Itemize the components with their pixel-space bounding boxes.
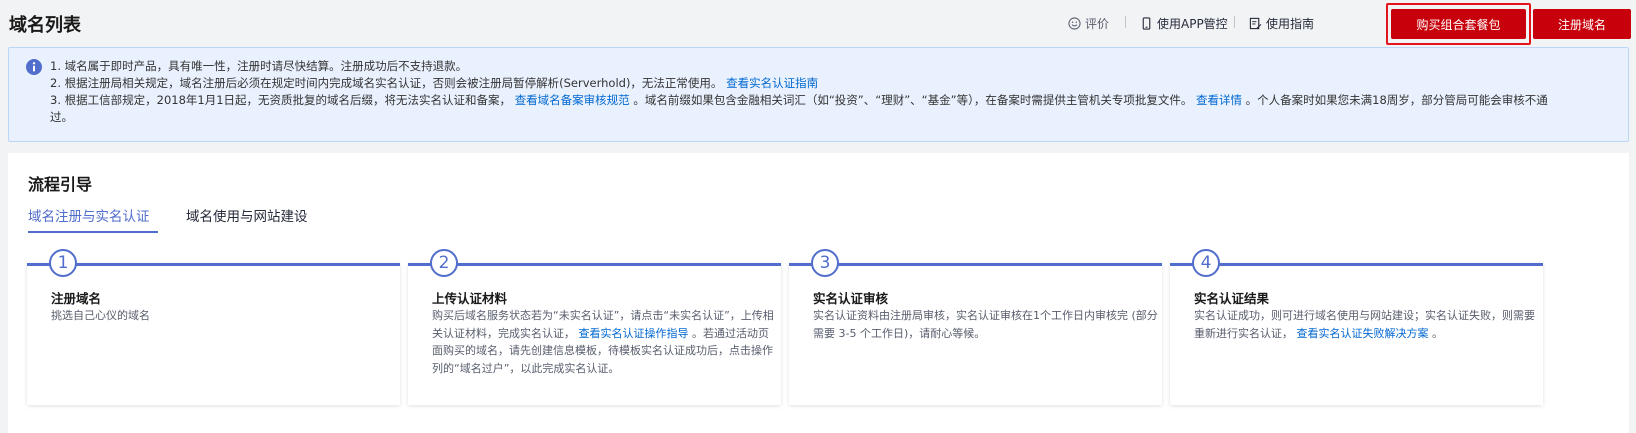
realname-failure-solution-link[interactable]: 查看实名认证失败解决方案 <box>1297 327 1429 340</box>
step-card-3: 3 实名认证审核 实名认证资料由注册局审核，实名认证审核在1个工作日内审核完 (… <box>789 249 1162 405</box>
buy-package-button[interactable]: 购买组合套餐包 <box>1391 9 1526 39</box>
step-number: 4 <box>1192 249 1220 277</box>
realname-guide-link[interactable]: 查看实名认证指南 <box>726 76 818 90</box>
page-header: 域名列表 评价 使用APP管控 使用指南 购买组合套餐包 注册域名 <box>0 0 1636 46</box>
toolbar-divider <box>1234 16 1235 28</box>
flow-guide-card: 流程引导 域名注册与实名认证 域名使用与网站建设 1 注册域名 挑选自己心仪的域… <box>8 153 1629 433</box>
notice-line-4: 过。 <box>50 110 73 124</box>
step-description-text-b: 。 <box>1432 326 1443 340</box>
step-description: 实名认证资料由注册局审核，实名认证审核在1个工作日内审核完 (部分需要 3-5 … <box>813 309 1158 340</box>
toolbar-divider <box>1125 16 1126 28</box>
register-domain-button[interactable]: 注册域名 <box>1533 9 1631 39</box>
step-title: 实名认证结果 <box>1194 291 1270 306</box>
notice-line-2: 2. 根据注册局相关规定，域名注册后必须在规定时间内完成域名实名认证，否则会被注… <box>50 75 818 92</box>
notice-line-3-text-b: 。域名前缀如果包含金融相关词汇（如“投资”、“理财”、“基金”等），在备案时需提… <box>633 93 1193 107</box>
step-title: 实名认证审核 <box>813 291 889 306</box>
step-line <box>789 263 1162 266</box>
step-title: 上传认证材料 <box>432 291 508 306</box>
page-title: 域名列表 <box>9 15 81 36</box>
notice-line-3: 3. 根据工信部规定，2018年1月1日起，无资质批复的域名后缀，将无法实名认证… <box>50 92 1548 109</box>
step-card-2: 2 上传认证材料 购买后域名服务状态若为“未实名认证”，请点击“未实名认证”，上… <box>408 249 781 405</box>
usage-guide-label: 使用指南 <box>1266 17 1315 31</box>
phone-icon <box>1142 17 1151 30</box>
step-line <box>1170 263 1543 266</box>
usage-guide-link[interactable]: 使用指南 <box>1249 15 1314 32</box>
tab-domain-usage[interactable]: 域名使用与网站建设 <box>186 205 308 225</box>
notice-line-3-text-a: 3. 根据工信部规定，2018年1月1日起，无资质批复的域名后缀，将无法实名认证… <box>50 93 512 107</box>
step-card-4: 4 实名认证结果 实名认证成功，则可进行域名使用与网站建设；实名认证失败，则需要… <box>1170 249 1543 405</box>
active-tab-indicator <box>28 231 158 233</box>
notice-line-2-text: 2. 根据注册局相关规定，域名注册后必须在规定时间内完成域名实名认证，否则会被注… <box>50 76 723 90</box>
filing-rules-link[interactable]: 查看域名备案审核规范 <box>515 93 630 107</box>
notice-line-3-text-c: 。个人备案时如果您未满18周岁，部分管局可能会审核不通 <box>1245 93 1548 107</box>
step-description: 挑选自己心仪的域名 <box>51 309 150 322</box>
rate-link[interactable]: 评价 <box>1068 15 1109 32</box>
edit-note-icon <box>1249 17 1262 30</box>
step-number: 1 <box>49 249 77 277</box>
step-description: 实名认证成功，则可进行域名使用与网站建设；实名认证失败，则需要重新进行实名认证，… <box>1194 307 1539 342</box>
notice-panel: 1. 域名属于即时产品，具有唯一性，注册时请尽快结算。注册成功后不支持退款。 2… <box>8 47 1629 142</box>
smile-icon <box>1068 17 1081 30</box>
realname-operation-guide-link[interactable]: 查看实名认证操作指导 <box>579 327 689 340</box>
notice-line-1: 1. 域名属于即时产品，具有唯一性，注册时请尽快结算。注册成功后不支持退款。 <box>50 59 468 73</box>
step-card-1: 1 注册域名 挑选自己心仪的域名 <box>27 249 400 405</box>
step-title: 注册域名 <box>51 291 102 306</box>
step-number: 3 <box>811 249 839 277</box>
app-control-link[interactable]: 使用APP管控 <box>1140 15 1228 32</box>
flow-guide-title: 流程引导 <box>28 175 93 194</box>
app-control-label: 使用APP管控 <box>1157 17 1228 31</box>
tab-domain-registration[interactable]: 域名注册与实名认证 <box>28 205 150 225</box>
step-line <box>408 263 781 266</box>
step-line <box>27 263 400 266</box>
step-number: 2 <box>430 249 458 277</box>
view-details-link[interactable]: 查看详情 <box>1196 93 1242 107</box>
step-description: 购买后域名服务状态若为“未实名认证”，请点击“未实名认证”，上传相关认证材料，完… <box>432 307 777 377</box>
info-icon <box>26 59 42 75</box>
rate-label: 评价 <box>1085 17 1110 31</box>
